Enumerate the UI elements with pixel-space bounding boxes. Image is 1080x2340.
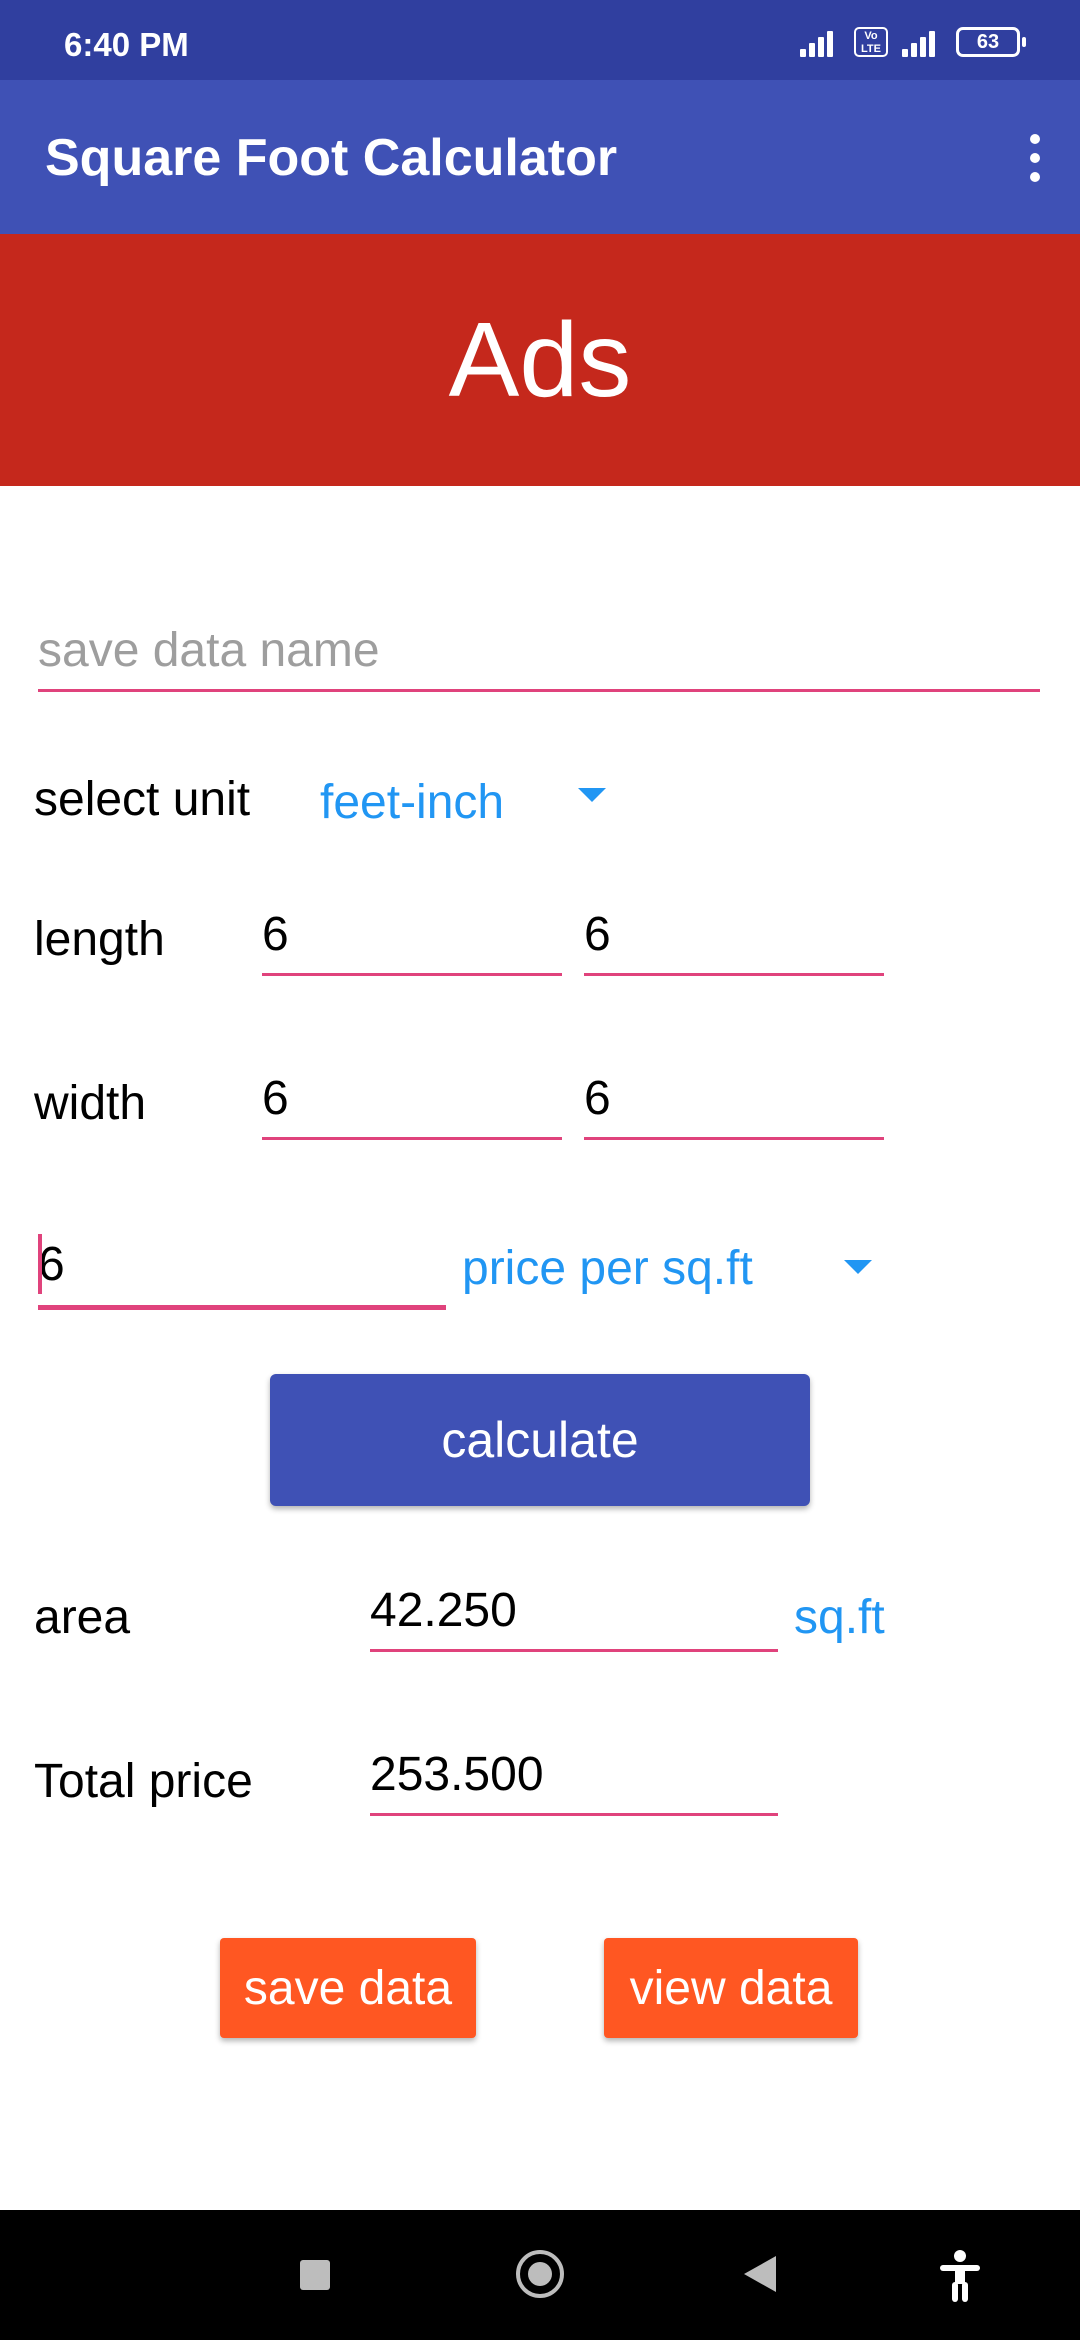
signal-icon (800, 27, 840, 57)
app-bar: Square Foot Calculator (0, 80, 1080, 234)
area-value[interactable] (370, 1580, 778, 1640)
price-mode-dropdown-icon[interactable] (844, 1260, 872, 1274)
back-icon[interactable] (744, 2256, 776, 2292)
width-label: width (34, 1077, 147, 1130)
width-feet-input[interactable] (262, 1068, 562, 1128)
unit-selected: feet-inch (320, 775, 505, 829)
accessibility-icon[interactable] (938, 2248, 982, 2302)
status-bar: 6:40 PM Vo LTE 63 (0, 0, 1080, 80)
view-data-button[interactable]: view data (604, 1938, 858, 2038)
status-icons: Vo LTE 63 (800, 22, 1026, 62)
width-inch-field (584, 1068, 884, 1140)
save-data-label: save data (243, 1961, 453, 2015)
view-data-label: view data (629, 1961, 833, 2015)
length-feet-input[interactable] (262, 904, 562, 964)
volte-icon: Vo LTE (854, 27, 888, 57)
home-icon[interactable] (516, 2250, 564, 2298)
select-unit-label: select unit (34, 773, 251, 826)
total-price-field (370, 1744, 778, 1816)
length-feet-field (262, 904, 562, 976)
area-unit: sq.ft (794, 1591, 885, 1644)
save-name-field-container (38, 620, 1040, 692)
length-label: length (34, 913, 165, 966)
width-feet-field (262, 1068, 562, 1140)
text-cursor (38, 1234, 42, 1294)
status-time: 6:40 PM (64, 26, 189, 63)
calculate-button[interactable]: calculate (270, 1374, 810, 1506)
save-name-input[interactable] (38, 620, 1040, 680)
price-mode-selected: price per sq.ft (462, 1241, 753, 1295)
width-inch-input[interactable] (584, 1068, 884, 1128)
more-vert-icon[interactable] (1020, 128, 1050, 188)
total-price-value[interactable] (370, 1744, 778, 1804)
unit-dropdown-icon[interactable] (578, 788, 606, 802)
app-title: Square Foot Calculator (45, 129, 618, 187)
price-input[interactable] (38, 1234, 446, 1294)
price-field (38, 1234, 446, 1310)
total-price-label: Total price (34, 1755, 253, 1808)
area-label: area (34, 1591, 131, 1644)
price-mode-spinner[interactable]: price per sq.ft (462, 1238, 802, 1298)
save-data-button[interactable]: save data (220, 1938, 476, 2038)
signal-icon-2 (902, 27, 942, 57)
ads-text: Ads (448, 300, 632, 419)
length-inch-field (584, 904, 884, 976)
ads-banner[interactable]: Ads (0, 234, 1080, 486)
nav-bar (0, 2210, 1080, 2340)
area-field (370, 1580, 778, 1652)
battery-icon: 63 (956, 27, 1026, 57)
calculate-label: calculate (441, 1412, 639, 1468)
recents-icon[interactable] (300, 2260, 330, 2290)
unit-spinner[interactable]: feet-inch (320, 772, 620, 832)
length-inch-input[interactable] (584, 904, 884, 964)
